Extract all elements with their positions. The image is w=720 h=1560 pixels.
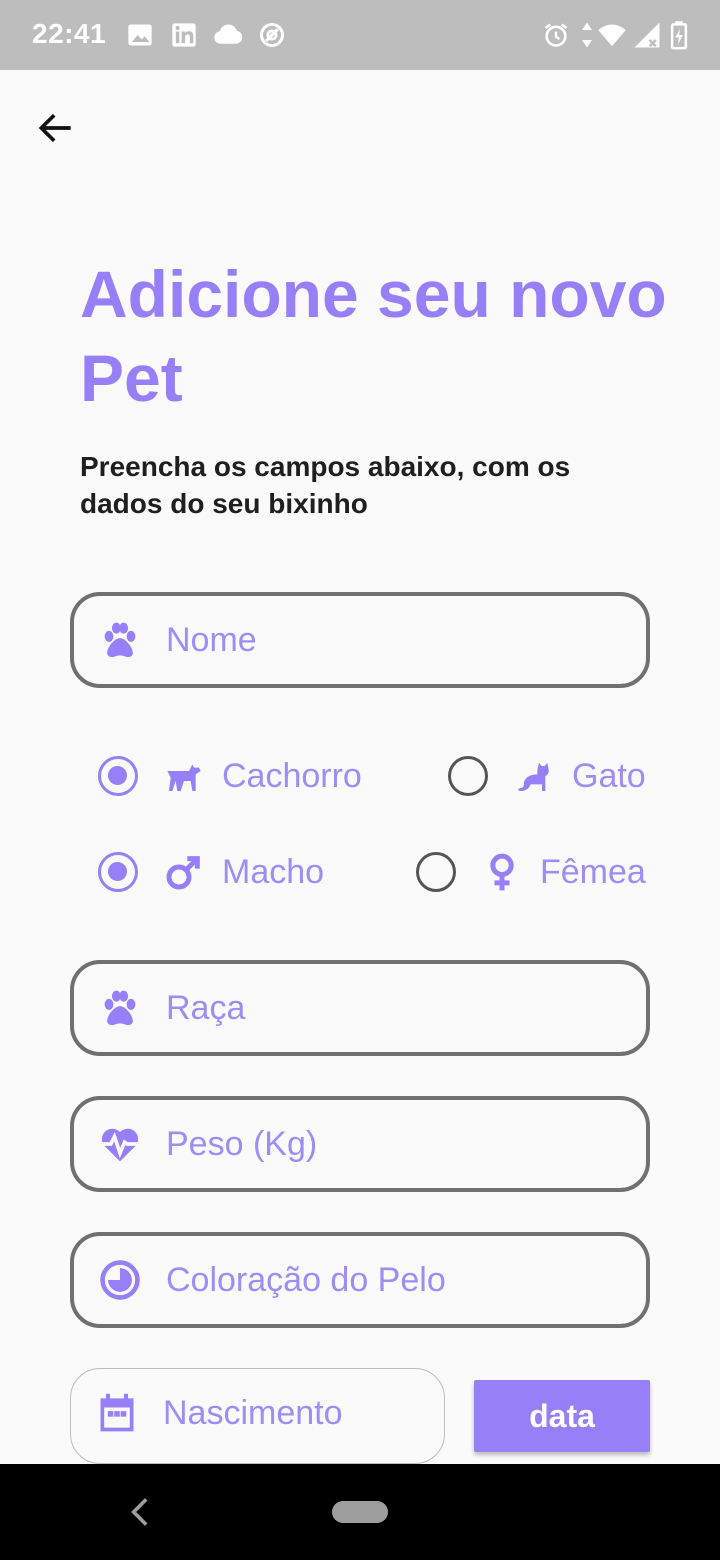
- status-bar: 22:41: [0, 0, 720, 70]
- arrow-left-icon: [38, 113, 71, 143]
- name-field[interactable]: [70, 592, 650, 688]
- at-sign-icon: [258, 20, 286, 50]
- paw-icon: [98, 986, 142, 1030]
- female-symbol-icon: [482, 852, 522, 892]
- cat-icon: [514, 756, 554, 796]
- paw-icon: [98, 618, 142, 662]
- breed-input[interactable]: [166, 978, 626, 1038]
- birth-field[interactable]: [70, 1368, 445, 1464]
- radio-cachorro[interactable]: [98, 756, 138, 796]
- color-circle-icon: [98, 1258, 142, 1302]
- dog-icon: [164, 756, 204, 796]
- linkedin-icon: [170, 20, 198, 50]
- heartbeat-icon: [98, 1122, 142, 1166]
- nav-home-pill[interactable]: [332, 1501, 388, 1523]
- back-button[interactable]: [34, 106, 78, 150]
- alarm-icon: [542, 20, 570, 50]
- label-femea: Fêmea: [540, 853, 646, 891]
- data-arrows-icon: [578, 20, 596, 50]
- label-cachorro: Cachorro: [222, 757, 362, 795]
- breed-field[interactable]: [70, 960, 650, 1056]
- male-symbol-icon: [164, 852, 204, 892]
- page-title: Adicione seu novo Pet: [80, 257, 667, 415]
- weight-input[interactable]: [166, 1114, 626, 1174]
- battery-icon: [668, 20, 690, 50]
- status-time: 22:41: [32, 18, 107, 49]
- wifi-icon: [596, 20, 628, 50]
- signal-icon: [632, 20, 662, 50]
- label-macho: Macho: [222, 853, 325, 891]
- page-subtitle: Preencha os campos abaixo, com os dados …: [80, 451, 571, 519]
- image-icon: [126, 20, 154, 50]
- birth-input[interactable]: [163, 1383, 423, 1443]
- radio-femea[interactable]: [416, 852, 456, 892]
- radio-macho[interactable]: [98, 852, 138, 892]
- name-input[interactable]: [166, 610, 626, 670]
- navigation-bar: [0, 1464, 720, 1560]
- date-picker-button[interactable]: data: [474, 1380, 650, 1452]
- weight-field[interactable]: [70, 1096, 650, 1192]
- label-gato: Gato: [572, 757, 646, 795]
- fur-color-field[interactable]: [70, 1232, 650, 1328]
- nav-back-icon[interactable]: [126, 1494, 152, 1530]
- radio-gato[interactable]: [448, 756, 488, 796]
- fur-color-input[interactable]: [166, 1250, 626, 1310]
- calendar-icon: [95, 1391, 139, 1435]
- cloud-icon: [212, 20, 244, 50]
